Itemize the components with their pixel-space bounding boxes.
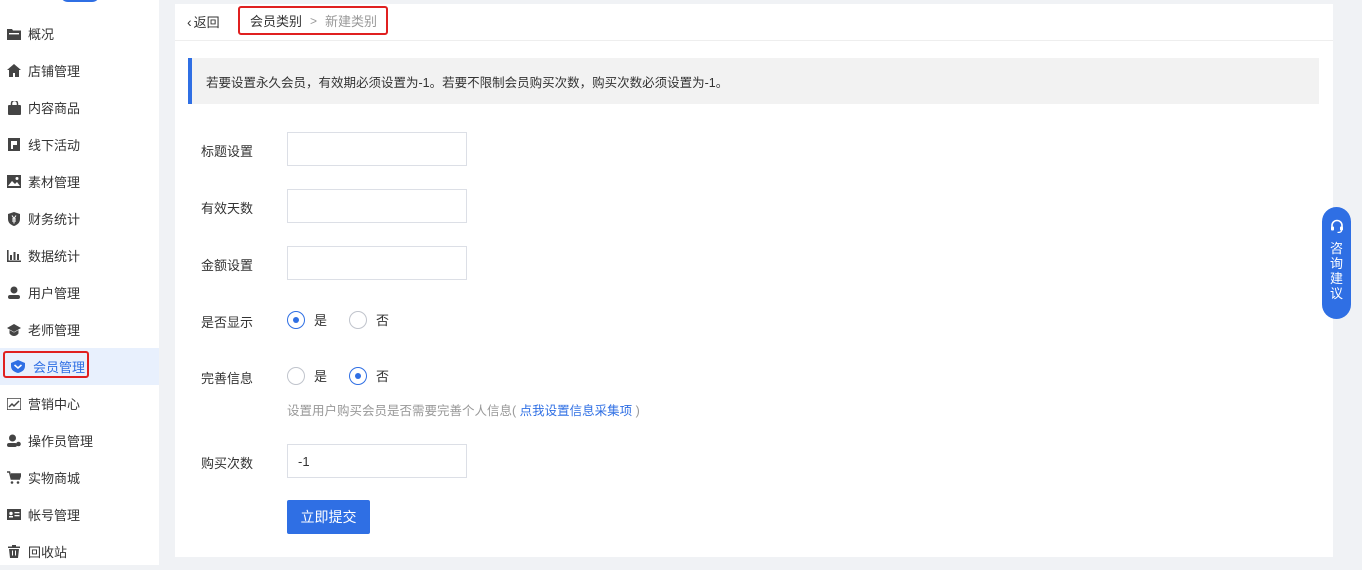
operator-icon [7, 434, 21, 448]
sidebar-item-label: 线下活动 [28, 138, 81, 153]
breadcrumb-parent[interactable]: 会员类别 [250, 11, 302, 30]
amount-label: 金额设置 [201, 258, 254, 273]
sidebar-item-finance[interactable]: 财务统计 [0, 200, 159, 237]
radio-circle [287, 366, 305, 385]
sidebar-item-data-stats[interactable]: 数据统计 [0, 237, 159, 274]
sidebar-item-store[interactable]: 店铺管理 [0, 52, 159, 89]
sidebar-item-users[interactable]: 用户管理 [0, 274, 159, 311]
breadcrumb-current: 新建类别 [325, 14, 378, 29]
sidebar-item-account[interactable]: 帐号管理 [0, 496, 159, 533]
sidebar-item-members[interactable]: 会员管理 [0, 348, 159, 385]
sidebar: 概况 店铺管理 内容商品 线下活动 素材管理 财务统计 数据统计 用户管理 老师… [0, 0, 159, 565]
radio-label: 否 [376, 369, 390, 384]
yen-shield-icon [7, 211, 21, 226]
page-edge [1351, 0, 1362, 565]
sidebar-item-marketing[interactable]: 营销中心 [0, 385, 159, 422]
home-icon [7, 64, 21, 78]
highlight-box [3, 351, 89, 378]
radio-circle [349, 366, 367, 385]
folder-icon [7, 27, 21, 41]
info-hint: 设置用户购买会员是否需要完善个人信息( 点我设置信息采集项 ) [287, 400, 640, 419]
days-input[interactable] [287, 189, 467, 223]
info-hint-link[interactable]: 点我设置信息采集项 [520, 404, 633, 418]
sidebar-item-label: 实物商城 [28, 471, 81, 486]
main-panel: ‹ 返回 会员类别 > 新建类别 若要设置永久会员，有效期必须设置为-1。若要不… [175, 4, 1333, 557]
top-bar: ‹ 返回 会员类别 > 新建类别 [175, 4, 1333, 41]
sidebar-item-label: 操作员管理 [28, 434, 94, 449]
consult-label: 咨询建议 [1330, 241, 1344, 301]
bar-chart-icon [7, 249, 21, 263]
sidebar-item-label: 回收站 [28, 545, 68, 560]
trend-icon [7, 397, 21, 411]
sidebar-item-label: 营销中心 [28, 397, 81, 412]
back-label: 返回 [193, 15, 220, 30]
display-label: 是否显示 [201, 315, 254, 330]
info-label: 完善信息 [201, 371, 254, 386]
user-icon [7, 286, 21, 300]
sidebar-item-offline-event[interactable]: 线下活动 [0, 126, 159, 163]
sidebar-item-label: 概况 [28, 27, 55, 42]
sidebar-item-physical-mall[interactable]: 实物商城 [0, 459, 159, 496]
sidebar-item-label: 数据统计 [28, 249, 81, 264]
sidebar-item-label: 老师管理 [28, 323, 81, 338]
chevron-left-icon: ‹ [187, 13, 192, 30]
sidebar-item-teachers[interactable]: 老师管理 [0, 311, 159, 348]
trash-icon [7, 545, 21, 559]
image-icon [7, 175, 21, 189]
sidebar-item-assets[interactable]: 素材管理 [0, 163, 159, 200]
graduation-cap-icon [7, 323, 21, 337]
amount-input[interactable] [287, 246, 467, 280]
notice-text: 若要设置永久会员，有效期必须设置为-1。若要不限制会员购买次数，购买次数必须设置… [206, 75, 729, 90]
info-yes-radio[interactable]: 是 [287, 366, 327, 385]
sidebar-item-label: 帐号管理 [28, 508, 81, 523]
purchase-input[interactable] [287, 444, 467, 478]
cart-icon [7, 471, 21, 485]
title-label: 标题设置 [201, 144, 254, 159]
bag-icon [7, 100, 21, 115]
sidebar-item-label: 财务统计 [28, 212, 81, 227]
id-card-icon [7, 508, 21, 522]
back-button[interactable]: ‹ 返回 [187, 12, 220, 31]
radio-label: 是 [314, 369, 328, 384]
purchase-label: 购买次数 [201, 456, 254, 471]
display-yes-radio[interactable]: 是 [287, 310, 327, 329]
sidebar-item-operators[interactable]: 操作员管理 [0, 422, 159, 459]
notice-banner: 若要设置永久会员，有效期必须设置为-1。若要不限制会员购买次数，购买次数必须设置… [188, 58, 1319, 104]
info-hint-prefix: 设置用户购买会员是否需要完善个人信息( [287, 404, 517, 418]
sidebar-item-label: 内容商品 [28, 101, 81, 116]
breadcrumb: 会员类别 > 新建类别 [238, 6, 388, 35]
submit-button[interactable]: 立即提交 [287, 500, 370, 534]
consult-button[interactable]: 咨询建议 [1322, 207, 1351, 319]
sidebar-item-content[interactable]: 内容商品 [0, 89, 159, 126]
sidebar-item-label: 素材管理 [28, 175, 81, 190]
breadcrumb-separator: > [310, 13, 318, 28]
days-label: 有效天数 [201, 201, 254, 216]
radio-circle [349, 310, 367, 329]
sidebar-top-pill [60, 0, 100, 2]
radio-label: 否 [376, 313, 390, 328]
flag-icon [7, 138, 21, 152]
radio-circle [287, 310, 305, 329]
sidebar-item-overview[interactable]: 概况 [0, 15, 159, 52]
headset-icon [1330, 219, 1344, 236]
sidebar-item-label: 用户管理 [28, 286, 81, 301]
title-input[interactable] [287, 132, 467, 166]
info-no-radio[interactable]: 否 [349, 366, 389, 385]
sidebar-item-label: 店铺管理 [28, 64, 81, 79]
info-hint-suffix: ) [635, 404, 640, 418]
radio-label: 是 [314, 313, 328, 328]
sidebar-item-recycle-bin[interactable]: 回收站 [0, 533, 159, 570]
display-no-radio[interactable]: 否 [349, 310, 389, 329]
